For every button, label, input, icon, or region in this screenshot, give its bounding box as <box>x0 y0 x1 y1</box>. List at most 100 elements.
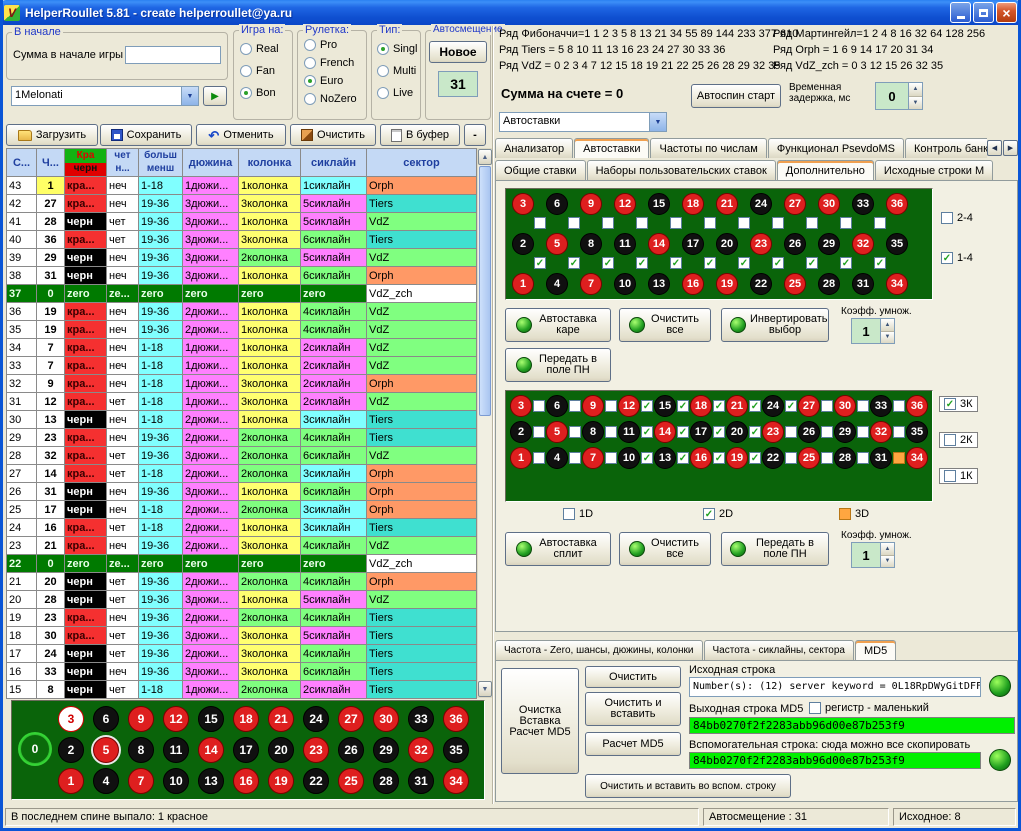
bet-checkbox[interactable] <box>704 217 716 229</box>
table-row[interactable]: 2321кра...неч19-362дюжи...3колонка4сикла… <box>7 537 477 555</box>
bet-checkbox[interactable] <box>605 426 617 438</box>
scroll-up-icon[interactable]: ▲ <box>478 149 492 165</box>
kare-koef-spinner[interactable]: 1 ▲▼ <box>851 318 895 344</box>
bet-checkbox[interactable]: ✓ <box>534 257 546 269</box>
split-cb-1d[interactable]: 1D <box>563 508 593 520</box>
board-number-0[interactable]: 0 <box>20 734 50 764</box>
board-number-16[interactable]: 16 <box>233 768 259 794</box>
bet-checkbox[interactable]: ✓ <box>677 400 689 412</box>
table-row[interactable]: 3013черннеч1-182дюжи...1колонка3сиклайнT… <box>7 411 477 429</box>
radio-french[interactable]: French <box>304 57 354 69</box>
board-number-9[interactable]: 9 <box>128 706 154 732</box>
board-number-31[interactable]: 31 <box>852 273 874 295</box>
tab-scroll-left-icon[interactable]: ◀ <box>987 140 1002 156</box>
header-dozen[interactable]: дюжина <box>183 149 239 177</box>
bet-checkbox[interactable] <box>857 426 869 438</box>
bet-checkbox[interactable] <box>893 452 905 464</box>
table-row[interactable]: 2120чернчет19-362дюжи...2колонка4сиклайн… <box>7 573 477 591</box>
bet-checkbox[interactable] <box>785 452 797 464</box>
board-number-6[interactable]: 6 <box>546 395 568 417</box>
board-number-32[interactable]: 32 <box>870 421 892 443</box>
maximize-button[interactable] <box>973 2 994 23</box>
board-number-29[interactable]: 29 <box>373 737 399 763</box>
preset-select[interactable]: 1Melonati ▼ <box>11 86 199 106</box>
board-number-6[interactable]: 6 <box>546 193 568 215</box>
chevron-down-icon[interactable]: ▼ <box>181 87 198 105</box>
board-number-7[interactable]: 7 <box>128 768 154 794</box>
board-number-3[interactable]: 3 <box>512 193 534 215</box>
table-row[interactable]: 3619кра...неч19-362дюжи...1колонка4сикла… <box>7 303 477 321</box>
board-number-26[interactable]: 26 <box>784 233 806 255</box>
board-number-26[interactable]: 26 <box>798 421 820 443</box>
board-number-5[interactable]: 5 <box>93 737 119 763</box>
buffer-button[interactable]: В буфер <box>380 124 460 146</box>
bet-checkbox[interactable] <box>670 217 682 229</box>
bet-checkbox[interactable] <box>605 400 617 412</box>
bet-checkbox[interactable] <box>772 217 784 229</box>
bet-checkbox[interactable]: ✓ <box>785 400 797 412</box>
split-koef-spinner[interactable]: 1 ▲▼ <box>851 542 895 568</box>
board-number-18[interactable]: 18 <box>690 395 712 417</box>
tab-bankroll-control[interactable]: Контроль банкр <box>905 138 987 158</box>
board-number-31[interactable]: 31 <box>870 447 892 469</box>
kare-clear-all-button[interactable]: Очистить все <box>619 308 711 342</box>
bet-checkbox[interactable]: ✓ <box>636 257 648 269</box>
bet-checkbox[interactable] <box>893 400 905 412</box>
chevron-down-icon[interactable]: ▼ <box>649 113 666 131</box>
split-transfer-button[interactable]: Передать в поле ПН <box>721 532 829 566</box>
bet-checkbox[interactable] <box>636 217 648 229</box>
board-number-24[interactable]: 24 <box>762 395 784 417</box>
bet-checkbox[interactable]: ✓ <box>670 257 682 269</box>
board-number-13[interactable]: 13 <box>654 447 676 469</box>
board-number-29[interactable]: 29 <box>818 233 840 255</box>
table-row[interactable]: 3831черннеч19-363дюжи...1колонка6сиклайн… <box>7 267 477 285</box>
bet-checkbox[interactable]: ✓ <box>738 257 750 269</box>
tab-analyzer[interactable]: Анализатор <box>495 138 573 158</box>
bet-checkbox[interactable] <box>533 400 545 412</box>
board-number-4[interactable]: 4 <box>546 273 568 295</box>
bet-checkbox[interactable] <box>533 426 545 438</box>
header-spin[interactable]: С... <box>7 149 37 177</box>
table-row[interactable]: 2416кра...чет1-182дюжи...1колонка3сиклай… <box>7 519 477 537</box>
board-number-11[interactable]: 11 <box>618 421 640 443</box>
board-number-23[interactable]: 23 <box>303 737 329 763</box>
board-number-22[interactable]: 22 <box>303 768 329 794</box>
table-row[interactable]: 431кра...неч1-181дюжи...1колонка1сиклайн… <box>7 177 477 195</box>
board-number-7[interactable]: 7 <box>580 273 602 295</box>
board-number-35[interactable]: 35 <box>886 233 908 255</box>
board-number-1[interactable]: 1 <box>510 447 532 469</box>
board-number-10[interactable]: 10 <box>618 447 640 469</box>
md5-case-checkbox[interactable]: регистр - маленький <box>809 702 929 714</box>
board-number-36[interactable]: 36 <box>443 706 469 732</box>
bet-checkbox[interactable] <box>605 452 617 464</box>
split-cb-2d[interactable]: ✓2D <box>703 508 733 520</box>
delay-spinner[interactable]: 0 ▲▼ <box>875 82 923 110</box>
stepper-icon[interactable]: ▲▼ <box>880 319 894 343</box>
invert-selection-button[interactable]: Инвертировать выбор <box>721 308 829 342</box>
scrollbar-thumb[interactable] <box>479 166 491 416</box>
board-number-15[interactable]: 15 <box>648 193 670 215</box>
board-number-3[interactable]: 3 <box>510 395 532 417</box>
bet-checkbox[interactable] <box>857 452 869 464</box>
header-color[interactable]: Крачерн <box>65 149 107 177</box>
start-sum-input[interactable] <box>125 46 221 64</box>
board-number-12[interactable]: 12 <box>618 395 640 417</box>
bet-checkbox[interactable]: ✓ <box>749 452 761 464</box>
table-row[interactable]: 2028чернчет19-363дюжи...1колонка5сиклайн… <box>7 591 477 609</box>
tab-autobets[interactable]: Автоставки <box>574 138 649 158</box>
board-number-35[interactable]: 35 <box>906 421 928 443</box>
split-clear-all-button[interactable]: Очистить все <box>619 532 711 566</box>
bet-checkbox[interactable] <box>533 452 545 464</box>
board-number-8[interactable]: 8 <box>128 737 154 763</box>
board-number-19[interactable]: 19 <box>726 447 748 469</box>
tab-psevdoms[interactable]: Функционал PsevdoMS <box>768 138 904 158</box>
board-number-20[interactable]: 20 <box>268 737 294 763</box>
tab-freq-sixlines-sectors[interactable]: Частота - сиклайны, сектора <box>704 640 854 660</box>
board-number-32[interactable]: 32 <box>408 737 434 763</box>
stepper-icon[interactable]: ▲▼ <box>880 543 894 567</box>
md5-source-input[interactable]: Number(s): (12) server keyword = 0L18RpD… <box>689 677 981 697</box>
board-number-22[interactable]: 22 <box>750 273 772 295</box>
table-row[interactable]: 1923кра...неч19-362дюжи...2колонка4сикла… <box>7 609 477 627</box>
autobets-select[interactable]: Автоставки ▼ <box>499 112 667 132</box>
bet-checkbox[interactable]: ✓ <box>713 400 725 412</box>
